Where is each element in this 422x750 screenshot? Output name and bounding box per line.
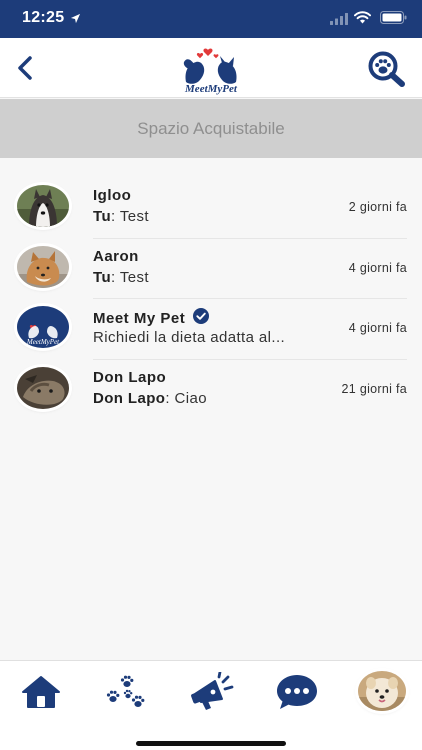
- chat-list: Igloo Tu: Test 2 giorni fa Aaron Tu: Tes…: [0, 178, 422, 420]
- avatar: [17, 366, 69, 409]
- chat-row-don-lapo[interactable]: Don Lapo Don Lapo: Ciao 21 giorni fa: [0, 360, 422, 421]
- tab-home[interactable]: [16, 671, 66, 713]
- avatar: [17, 185, 69, 227]
- home-indicator: [136, 741, 286, 746]
- paws-icon: [106, 675, 145, 707]
- chat-name: Aaron: [93, 247, 139, 265]
- tab-announcements[interactable]: [187, 671, 237, 713]
- wifi-icon: [354, 11, 371, 29]
- bottom-tab-bar: [0, 660, 422, 750]
- chat-name: Don Lapo: [93, 368, 167, 386]
- megaphone-icon: [191, 672, 234, 710]
- avatar: MeetMyPet: [17, 306, 69, 348]
- chat-time: 21 giorni fa: [341, 381, 407, 396]
- signal-icon: [330, 12, 348, 30]
- tab-pets[interactable]: [101, 671, 151, 713]
- chat-bubble-icon: [277, 675, 317, 709]
- chat-preview: Tu: Test: [93, 208, 150, 225]
- chat-row-aaron[interactable]: Aaron Tu: Test 4 giorni fa: [0, 239, 422, 299]
- chat-time: 2 giorni fa: [348, 200, 407, 214]
- chat-preview: Richiedi la dieta adatta al...: [93, 329, 286, 346]
- chat-name: Igloo: [93, 187, 132, 204]
- status-time: 12:25: [22, 9, 65, 26]
- chat-row-meet-my-pet[interactable]: MeetMyPet Meet My Pet Richiedi la dieta …: [0, 299, 422, 360]
- logo-wordmark: MeetMyPet: [184, 83, 238, 95]
- home-icon: [22, 676, 60, 708]
- paw-search-icon: [368, 51, 405, 87]
- chevron-left-icon: [18, 56, 32, 80]
- status-bar: 12:25: [0, 0, 422, 38]
- chat-preview: Don Lapo: Ciao: [93, 389, 207, 407]
- profile-avatar: [358, 671, 406, 711]
- paw-search-button[interactable]: [366, 51, 408, 87]
- chat-name: Meet My Pet: [93, 308, 210, 328]
- tab-chat[interactable]: [272, 671, 322, 713]
- chat-time: 4 giorni fa: [348, 321, 407, 335]
- battery-icon: [380, 11, 407, 29]
- location-arrow-icon: [70, 11, 81, 29]
- meetmypet-logo: MeetMyPet: [178, 42, 244, 96]
- verified-check-icon: [193, 308, 210, 328]
- chat-time: 4 giorni fa: [348, 260, 407, 275]
- chat-preview: Tu: Test: [93, 268, 150, 286]
- back-button[interactable]: [14, 54, 38, 82]
- ad-banner-text: Spazio Acquistabile: [137, 118, 285, 138]
- tab-profile[interactable]: [358, 671, 406, 711]
- avatar: [17, 245, 69, 288]
- top-navbar: MeetMyPet: [0, 38, 422, 98]
- logo-wordmark: MeetMyPet: [26, 338, 60, 346]
- chat-row-igloo[interactable]: Igloo Tu: Test 2 giorni fa: [0, 178, 422, 239]
- ad-banner[interactable]: Spazio Acquistabile: [0, 99, 422, 158]
